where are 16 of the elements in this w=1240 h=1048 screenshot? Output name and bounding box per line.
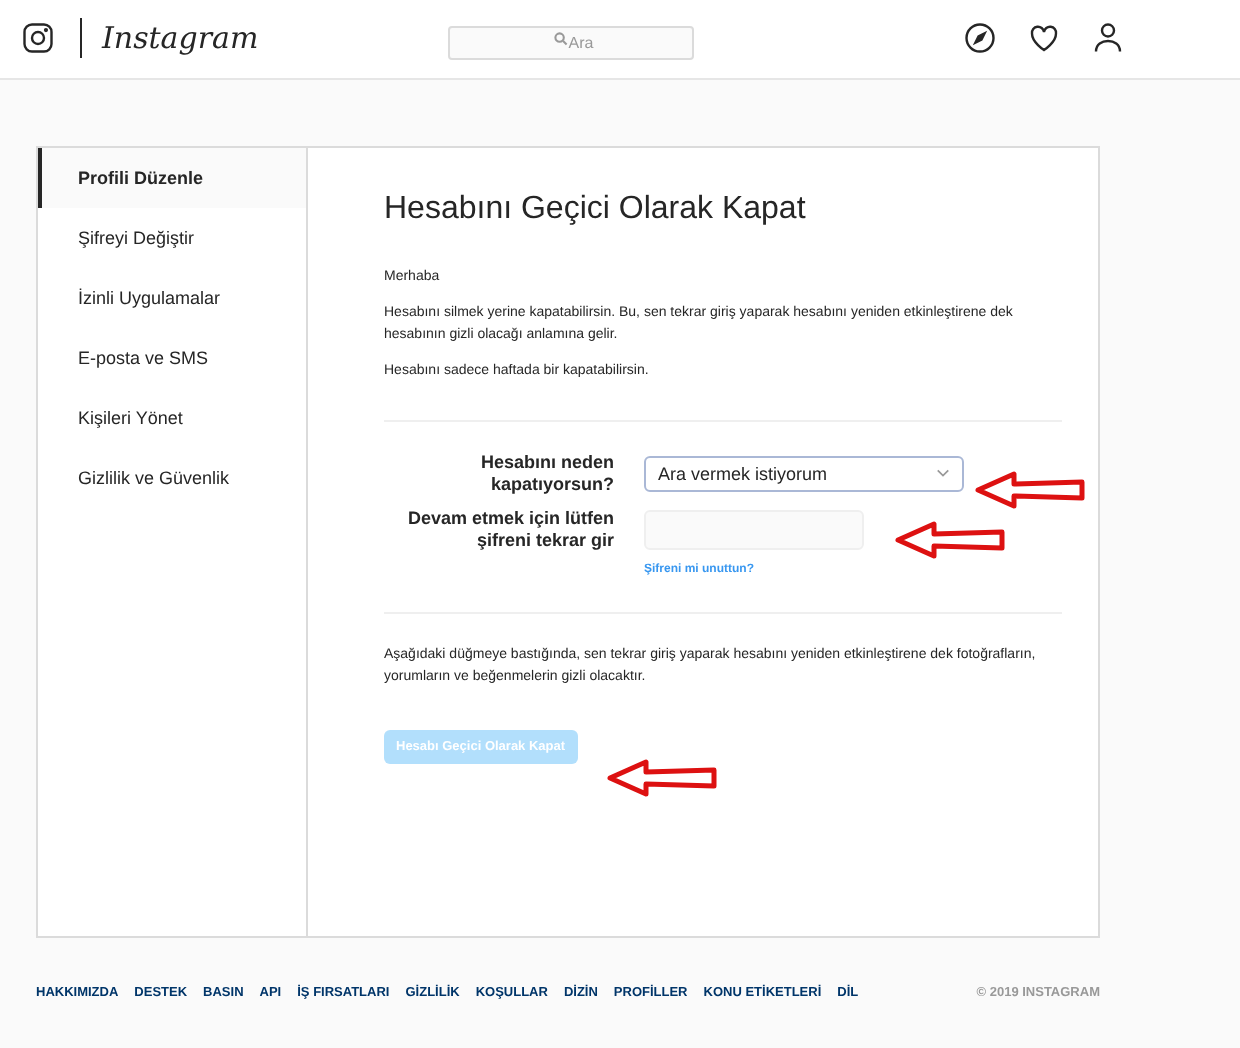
page-title: Hesabını Geçici Olarak Kapat (384, 191, 808, 228)
reason-dropdown[interactable]: Ara vermek istiyorum (644, 455, 964, 492)
left-arrow-icon (974, 469, 1086, 510)
camera-icon[interactable] (20, 20, 56, 57)
search-field[interactable]: Ara (448, 25, 694, 60)
search-icon (554, 31, 568, 46)
logo[interactable]: Instagram (102, 20, 259, 57)
person-icon[interactable] (1090, 20, 1126, 57)
left-arrow-icon (894, 519, 1006, 560)
left-arrow-icon (606, 757, 718, 798)
field-label: Hesabını neden kapatıyorsun? (478, 451, 614, 496)
compass-icon[interactable] (962, 20, 998, 57)
sidebar-item[interactable]: Profili Düzenle (38, 147, 306, 208)
field-label: Devam etmek için lütfen şifreni tekrar gir (405, 507, 614, 552)
heart-icon[interactable] (1026, 20, 1062, 57)
chevron-icon (936, 468, 950, 479)
